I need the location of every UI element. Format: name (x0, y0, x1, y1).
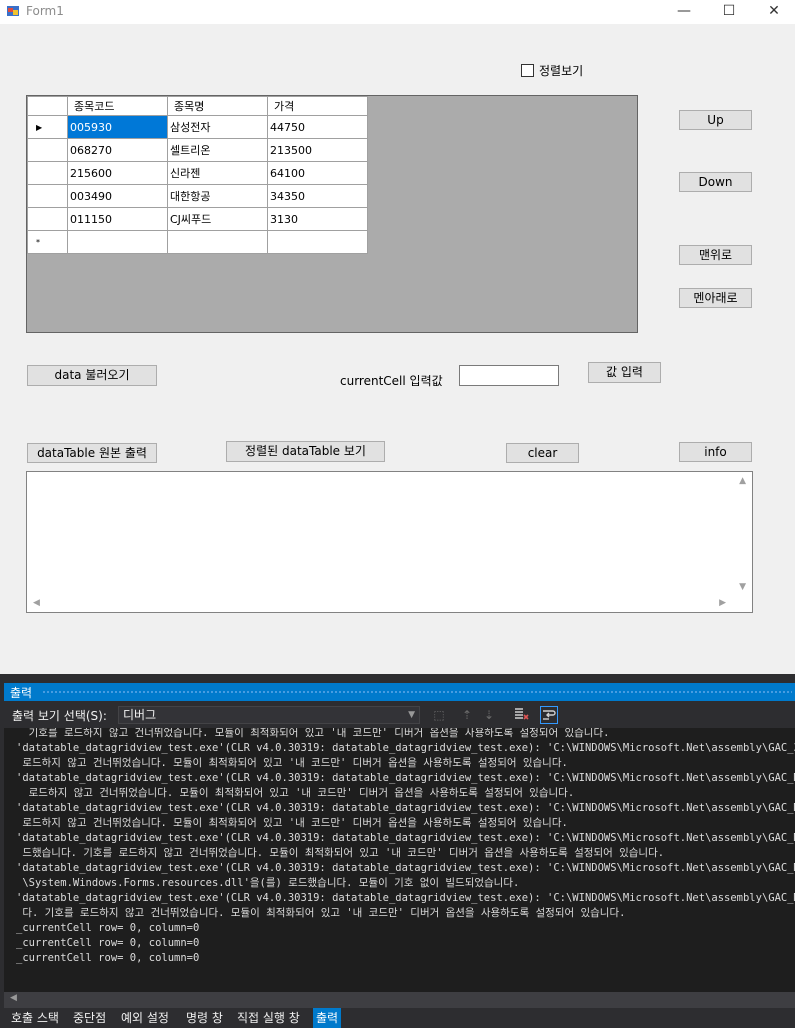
previous-message-icon[interactable]: ⇡ (458, 706, 476, 724)
grid-cell[interactable]: 44750 (267, 115, 368, 139)
show-output-select[interactable]: 디버그 ▼ (118, 706, 420, 724)
grid-cell[interactable]: 3130 (267, 207, 368, 231)
drag-grip[interactable] (42, 690, 792, 695)
grid-cell[interactable]: 삼성전자 (167, 115, 268, 139)
table-row[interactable]: 215600 신라젠 64100 (27, 161, 368, 185)
sort-view-label[interactable]: 정렬보기 (539, 62, 583, 79)
tool-window-tabs: 호출 스택 중단점 예외 설정 명령 창 직접 실행 창 출력 (0, 1008, 795, 1028)
column-header[interactable]: 가격 (267, 96, 368, 116)
grid-corner-header[interactable] (27, 96, 68, 116)
grid-cell[interactable]: 셀트리온 (167, 138, 268, 162)
maximize-button[interactable]: ☐ (706, 0, 752, 24)
grid-table: 종목코드 종목명 가격 ▶ 005930 삼성전자 44750 068270 셀… (27, 96, 368, 254)
down-button[interactable]: Down (679, 172, 752, 192)
sort-view-checkbox[interactable] (521, 64, 534, 77)
row-header[interactable] (27, 207, 68, 231)
table-row[interactable]: ▶ 005930 삼성전자 44750 (27, 115, 368, 139)
move-top-button[interactable]: 맨위로 (679, 245, 752, 265)
find-message-icon[interactable]: ⬚ (430, 706, 448, 724)
tab-call-stack[interactable]: 호출 스택 (8, 1008, 62, 1028)
print-original-button[interactable]: dataTable 원본 출력 (27, 443, 157, 463)
tab-immediate-window[interactable]: 직접 실행 창 (234, 1008, 303, 1028)
scroll-left-icon[interactable]: ◀ (33, 598, 40, 608)
clear-all-icon[interactable] (512, 706, 530, 724)
output-pane-title: 출력 (10, 686, 33, 700)
move-bottom-button[interactable]: 멘아래로 (679, 288, 752, 308)
scroll-left-icon[interactable]: ◀ (10, 993, 17, 1003)
vs-output-pane: 출력 출력 보기 선택(S): 디버그 ▼ ⬚ ⇡ ⇣ 기호를 로드하지 않고 … (0, 674, 795, 1028)
grid-cell[interactable] (267, 230, 368, 254)
grid-cell[interactable]: 34350 (267, 184, 368, 208)
word-wrap-icon[interactable] (540, 706, 558, 724)
output-textbox[interactable]: ▲ ▼ ◀ ▶ (26, 471, 753, 613)
table-row[interactable]: 011150 CJ씨푸드 3130 (27, 207, 368, 231)
grid-cell[interactable]: CJ씨푸드 (167, 207, 268, 231)
info-button[interactable]: info (679, 442, 752, 462)
new-row[interactable]: * (27, 230, 368, 254)
app-icon (7, 6, 19, 16)
scroll-down-icon[interactable]: ▼ (739, 582, 746, 592)
column-header[interactable]: 종목코드 (67, 96, 168, 116)
current-row-indicator[interactable]: ▶ (27, 115, 68, 139)
row-header[interactable] (27, 138, 68, 162)
grid-cell[interactable]: 213500 (267, 138, 368, 162)
grid-cell[interactable] (167, 230, 268, 254)
scroll-up-icon[interactable]: ▲ (739, 476, 746, 486)
scroll-right-icon[interactable]: ▶ (719, 598, 726, 608)
output-lines: 기호를 로드하지 않고 건너뛰었습니다. 모듈이 최적화되어 있고 '내 코드만… (16, 728, 795, 964)
load-data-button[interactable]: data 불러오기 (27, 365, 157, 386)
output-horizontal-scrollbar[interactable]: ◀ (4, 992, 795, 1008)
enter-value-button[interactable]: 값 입력 (588, 362, 661, 383)
data-grid[interactable]: 종목코드 종목명 가격 ▶ 005930 삼성전자 44750 068270 셀… (26, 95, 638, 333)
close-button[interactable]: ✕ (751, 0, 795, 24)
row-header[interactable] (27, 184, 68, 208)
grid-cell[interactable]: 003490 (67, 184, 168, 208)
grid-header-row: 종목코드 종목명 가격 (27, 96, 368, 116)
grid-cell[interactable]: 64100 (267, 161, 368, 185)
clear-button[interactable]: clear (506, 443, 579, 463)
show-output-value: 디버그 (123, 708, 157, 722)
grid-cell[interactable]: 신라젠 (167, 161, 268, 185)
tab-output[interactable]: 출력 (313, 1008, 342, 1028)
tab-command-window[interactable]: 명령 창 (183, 1008, 226, 1028)
grid-cell[interactable] (67, 230, 168, 254)
show-output-label: 출력 보기 선택(S): (12, 709, 107, 723)
window-title: Form1 (26, 4, 64, 18)
grid-cell[interactable]: 215600 (67, 161, 168, 185)
title-bar[interactable]: Form1 — ☐ ✕ (0, 0, 795, 24)
grid-cell[interactable]: 011150 (67, 207, 168, 231)
row-header[interactable] (27, 161, 68, 185)
output-toolbar: 출력 보기 선택(S): 디버그 ▼ ⬚ ⇡ ⇣ (4, 704, 795, 726)
next-message-icon[interactable]: ⇣ (480, 706, 498, 724)
view-sorted-button[interactable]: 정렬된 dataTable 보기 (226, 441, 385, 462)
minimize-button[interactable]: — (661, 0, 707, 24)
current-cell-label: currentCell 입력값 (340, 374, 443, 388)
grid-cell[interactable]: 068270 (67, 138, 168, 162)
output-pane-header[interactable]: 출력 (4, 683, 795, 701)
output-text-area[interactable]: 기호를 로드하지 않고 건너뛰었습니다. 모듈이 최적화되어 있고 '내 코드만… (4, 728, 795, 992)
table-row[interactable]: 068270 셀트리온 213500 (27, 138, 368, 162)
up-button[interactable]: Up (679, 110, 752, 130)
column-header[interactable]: 종목명 (167, 96, 268, 116)
grid-cell-selected[interactable]: 005930 (67, 115, 168, 139)
grid-cell[interactable]: 대한항공 (167, 184, 268, 208)
chevron-down-icon: ▼ (408, 710, 415, 720)
tab-breakpoints[interactable]: 중단점 (70, 1008, 109, 1028)
current-cell-input[interactable] (459, 365, 559, 386)
table-row[interactable]: 003490 대한항공 34350 (27, 184, 368, 208)
tab-exception-settings[interactable]: 예외 설정 (118, 1008, 172, 1028)
new-row-indicator[interactable]: * (27, 230, 68, 254)
